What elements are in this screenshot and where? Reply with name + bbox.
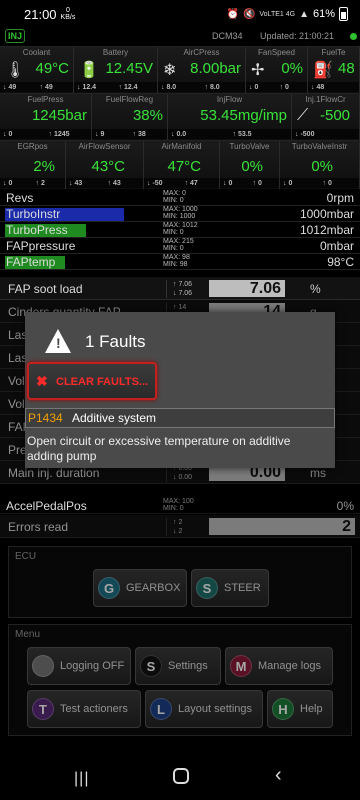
row-faptemp[interactable]: FAPtemp MAX: 98 MIN: 98 98°C — [0, 254, 360, 270]
battery-icon — [339, 7, 348, 21]
inj-badge[interactable]: INJ — [5, 29, 26, 43]
steer-button[interactable]: S STEER — [191, 569, 269, 607]
gauge-fuelflowreg[interactable]: FuelFlowReg 38% ↓ 9 ↑ 38 — [92, 94, 168, 140]
fault-name: Additive system — [72, 411, 157, 425]
test-actioners-button[interactable]: T Test actioners — [27, 690, 141, 728]
help-button[interactable]: H Help — [267, 690, 333, 728]
row-accelpedalpos[interactable]: AccelPedalPos MAX: 100 MIN: 0 0% — [0, 498, 360, 514]
dialog-title: 1 Faults — [85, 332, 146, 351]
gauge-airflowsensor[interactable]: AirFlowSensor 43°C ↓ 43 ↑ 43 — [66, 141, 144, 189]
signal-icon: ▲ — [299, 8, 309, 20]
gauge-inj1flow[interactable]: Inj.1FlowCr ⟋ -500 ↓ -500 — [292, 94, 360, 140]
fault-code: P1434 — [28, 411, 63, 425]
ecu-title: ECU — [15, 551, 37, 562]
network-label: VoLTE1 4G — [259, 10, 296, 18]
gauge-aircpress[interactable]: AirCPress ❄ 8.00bar ↓ 8.0 ↑ 8.0 — [158, 47, 246, 93]
gauge-row-2: FuelPress 1245bar ↓ 0 ↑ 1245 FuelFlowReg … — [0, 93, 360, 140]
module-name: DCM34 — [212, 31, 243, 41]
gauge-injflow[interactable]: InjFlow 53.45mg/imp ↓ 0.0 ↑ 53.5 — [168, 94, 292, 140]
fan-icon: ✢ — [251, 62, 265, 79]
gauge-turbovalveinstr[interactable]: TurboValveInstr 0% ↓ 0 ↑ 0 — [280, 141, 360, 189]
dialog-header: ! 1 Faults — [25, 312, 335, 362]
row-errors-read[interactable]: Errors read ↑ 2 ↓ 2 2 — [0, 515, 360, 538]
fault-description: Open circuit or excessive temperature on… — [27, 434, 291, 463]
coolant-icon: 🌡 — [5, 62, 26, 79]
faults-dialog: ! 1 Faults ✖ CLEAR FAULTS... P1434 Addit… — [25, 312, 335, 468]
battery-gauge-icon: 🔋 — [79, 62, 99, 79]
logging-toggle-button[interactable]: Logging OFF — [27, 647, 131, 685]
logging-status-icon — [32, 655, 54, 677]
settings-button[interactable]: S Settings — [135, 647, 221, 685]
manage-logs-icon: M — [230, 655, 252, 677]
gauge-battery[interactable]: Battery 🔋 12.45V ↓ 12.4 ↑ 12.4 — [74, 47, 158, 93]
status-bar: 21:00 0 KB/s ⏰ 🔇 VoLTE1 4G ▲ 61% — [0, 0, 360, 28]
row-revs[interactable]: Revs MAX: 0 MIN: 0 0rpm — [0, 190, 360, 206]
accel-row-wrap: AccelPedalPos MAX: 100 MIN: 0 0% — [0, 498, 360, 514]
manage-logs-button[interactable]: M Manage logs — [225, 647, 333, 685]
gauge-coolant[interactable]: Coolant 🌡 49°C ↓ 49 ↑ 49 — [0, 47, 74, 93]
connection-status-icon — [350, 33, 357, 40]
gauge-fuelpress[interactable]: FuelPress 1245bar ↓ 0 ↑ 1245 — [0, 94, 92, 140]
clear-faults-button[interactable]: ✖ CLEAR FAULTS... — [27, 362, 157, 400]
row-turboinstr[interactable]: TurboInstr MAX: 1000 MIN: 1000 1000mbar — [0, 206, 360, 222]
snowflake-icon: ❄ — [163, 62, 177, 79]
system-nav-bar: ||| ‹ — [0, 752, 360, 800]
net-speed: 0 KB/s — [60, 7, 76, 21]
app-root: { "status": {"time":"21:00","net_speed_v… — [0, 0, 360, 800]
status-time: 21:00 — [24, 6, 57, 22]
menu-title: Menu — [15, 629, 41, 640]
gauge-fueltemp[interactable]: FuelTe ⛽ 48 ↓ 48 — [308, 47, 360, 93]
fault-item[interactable]: P1434 Additive system — [25, 408, 335, 428]
mute-icon: 🔇 — [242, 8, 256, 20]
gauge-fanspeed[interactable]: FanSpeed ✢ 0% ↓ 0 ↑ 0 — [246, 47, 308, 93]
clear-icon: ✖ — [36, 373, 48, 389]
gauge-row-1: Coolant 🌡 49°C ↓ 49 ↑ 49 Battery 🔋 12.45V… — [0, 46, 360, 93]
errors-row-wrap: Errors read ↑ 2 ↓ 2 2 — [0, 515, 360, 538]
home-icon[interactable] — [173, 768, 189, 784]
menu-section: Menu Logging OFF S Settings M Manage log… — [8, 624, 352, 736]
recent-apps-icon[interactable]: ||| — [74, 770, 89, 788]
gauge-airmanifold[interactable]: AirManifold 47°C ↓ -50 ↑ 47 — [144, 141, 220, 189]
gauge-turbovalve[interactable]: TurboValve 0% ↓ 0 ↑ 0 — [220, 141, 280, 189]
back-icon[interactable]: ‹ — [275, 764, 282, 787]
test-actioners-icon: T — [32, 698, 54, 720]
gauge-row-3: EGRpos 2% ↓ 0 ↑ 2 AirFlowSensor 43°C ↓ 43… — [0, 140, 360, 189]
updated-time: Updated: 21:00:21 — [260, 31, 335, 41]
settings-icon: S — [140, 655, 162, 677]
app-header: INJ DCM34 Updated: 21:00:21 — [0, 28, 360, 46]
fuel-pump-icon: ⛽ — [313, 62, 333, 79]
row-fappressure[interactable]: FAPpressure MAX: 215 MIN: 0 0mbar — [0, 238, 360, 254]
row-fap-soot-load[interactable]: FAP soot load ↑ 7.06 ↓ 7.06 7.06 % — [0, 277, 360, 300]
battery-percent: 61% — [312, 8, 335, 20]
alarm-icon: ⏰ — [226, 8, 239, 20]
steer-icon: S — [196, 577, 218, 599]
layout-settings-icon: L — [150, 698, 172, 720]
bar-rows: Revs MAX: 0 MIN: 0 0rpm TurboInstr MAX: 1… — [0, 190, 360, 270]
gearbox-button[interactable]: G GEARBOX — [93, 569, 187, 607]
row-turbopress[interactable]: TurboPress MAX: 1012 MIN: 0 1012mbar — [0, 222, 360, 238]
ecu-section: ECU G GEARBOX S STEER — [8, 546, 352, 618]
layout-settings-button[interactable]: L Layout settings — [145, 690, 263, 728]
gauge-egrpos[interactable]: EGRpos 2% ↓ 0 ↑ 2 — [0, 141, 66, 189]
gearbox-icon: G — [98, 577, 120, 599]
help-icon: H — [272, 698, 294, 720]
injector-icon: ⟋ — [297, 107, 309, 124]
